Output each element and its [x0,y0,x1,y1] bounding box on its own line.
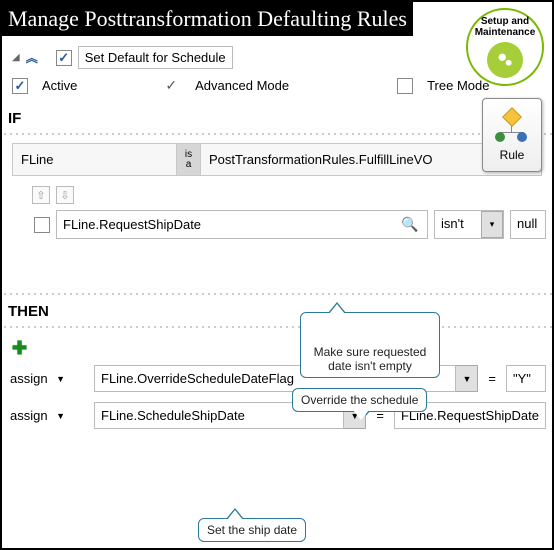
tree-mode-label: Tree Mode [427,78,489,93]
assign-value-input[interactable]: "Y" [506,365,546,392]
chevron-down-icon[interactable]: ▾ [481,211,503,238]
rule-diagram-icon [493,108,531,146]
divider [2,131,552,135]
condition-row: FLine.RequestShipDate 🔍 isn't ▾ null [2,204,552,243]
assign-row-2: assign ▼ FLine.ScheduleShipDate ▼ = FLin… [2,396,552,433]
tree-mode-checkbox[interactable] [397,78,413,94]
double-chevron-up-icon[interactable]: ︽ [26,54,38,62]
callout-requested-date: Make sure requested date isn't empty [300,312,440,378]
page-title: Manage Posttransformation Defaulting Rul… [2,2,413,36]
rule-button-label: Rule [500,148,525,162]
condition-field-input[interactable]: FLine.RequestShipDate 🔍 [56,210,428,239]
action-type-label: assign [10,371,48,386]
action-type-dropdown-icon[interactable]: ▼ [52,372,70,386]
move-down-icon[interactable]: ⇩ [56,186,74,204]
setup-label-2: Maintenance [475,27,536,38]
pattern-is-a-row: FLine isa PostTransformationRules.Fulfil… [12,143,542,176]
action-type-label: assign [10,408,48,423]
rule-button[interactable]: Rule [482,98,542,172]
collapse-icon[interactable]: ◢ [12,52,20,63]
divider [2,291,552,295]
gear-icon [487,42,523,78]
check-icon: ✓ [165,77,177,94]
divider [2,324,552,328]
active-label: Active [42,78,77,93]
if-section-label: IF [2,100,552,129]
setup-label-1: Setup and [481,16,529,27]
active-checkbox[interactable] [12,78,28,94]
action-type-dropdown-icon[interactable]: ▼ [52,409,70,423]
move-up-icon[interactable]: ⇧ [32,186,50,204]
pattern-variable-input[interactable]: FLine [13,144,177,175]
assign-row-1: assign ▼ FLine.OverrideScheduleDateFlag … [2,359,552,396]
callout-set-ship-date: Set the ship date [198,518,306,542]
is-a-label: isa [177,144,201,175]
search-icon[interactable]: 🔍 [399,216,421,233]
add-action-icon[interactable]: ✚ [12,338,27,358]
then-section-label: THEN [2,303,552,322]
rule-name-input[interactable]: Set Default for Schedule [78,46,233,69]
condition-operator-select[interactable]: isn't ▾ [434,210,504,239]
callout-override: Override the schedule [292,388,427,412]
chevron-down-icon[interactable]: ▼ [456,365,478,392]
equals-label: = [484,365,500,392]
setup-maintenance-badge: Setup andMaintenance [466,8,544,86]
condition-value-input[interactable]: null [510,210,546,239]
rule-enabled-checkbox[interactable] [56,50,72,66]
advanced-mode-label: Advanced Mode [195,78,289,93]
condition-select-checkbox[interactable] [34,217,50,233]
